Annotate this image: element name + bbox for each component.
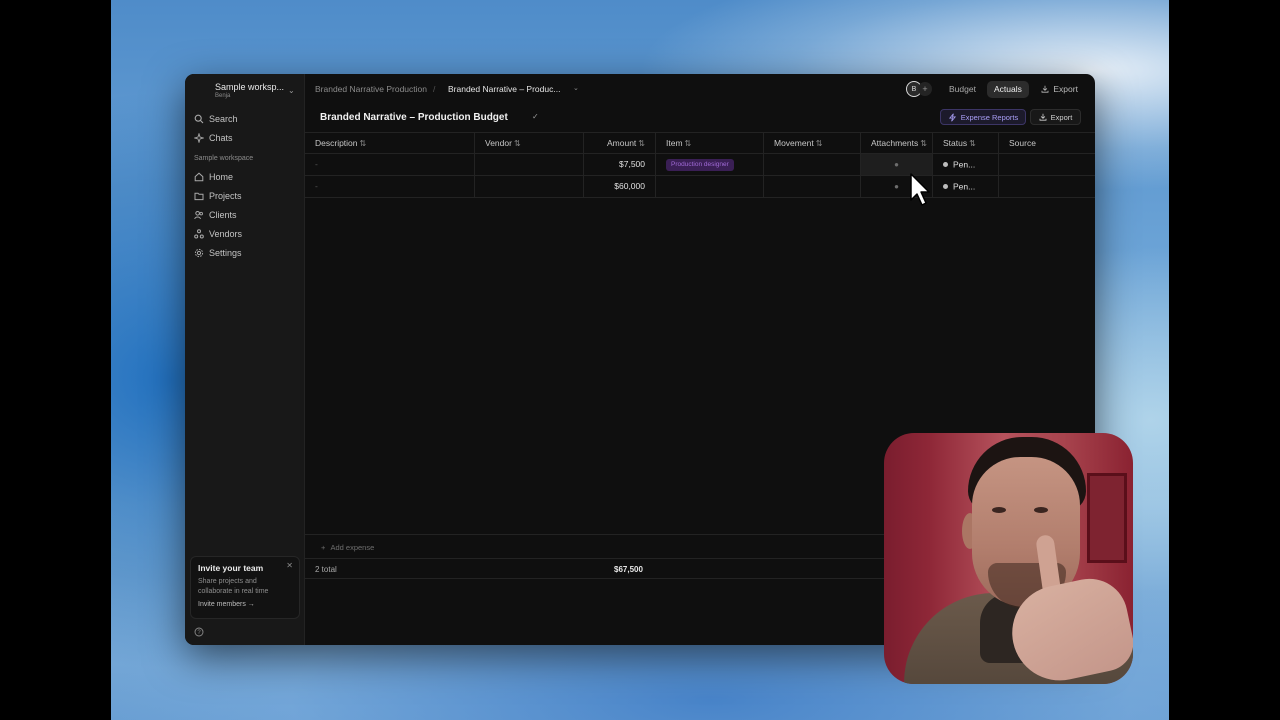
webcam-person-eye <box>1034 507 1048 513</box>
status-badge: Pen... <box>953 181 976 192</box>
sparkle-icon <box>194 133 204 143</box>
plus-icon: + <box>321 543 326 552</box>
folder-icon <box>194 191 204 201</box>
section-label: Sample workspace <box>194 155 254 162</box>
column-header-vendor[interactable]: Vendor ⇅ <box>475 133 584 154</box>
sidebar-item-label: Home <box>209 172 234 182</box>
cell-source[interactable] <box>999 176 1095 197</box>
check-icon[interactable]: ✓ <box>532 112 539 121</box>
cell-description[interactable]: - <box>305 176 475 197</box>
sidebar-item-label: Projects <box>209 191 242 201</box>
download-icon <box>1041 85 1049 93</box>
sidebar-item-clients[interactable]: Clients <box>194 207 237 223</box>
total-amount: $67,500 <box>614 565 643 574</box>
expense-reports-label: Expense Reports <box>960 112 1019 122</box>
status-badge: Pen... <box>953 159 976 170</box>
webcam-background-frame <box>1087 473 1127 563</box>
column-header-attachments[interactable]: Attachments ⇅ <box>861 133 933 154</box>
chevron-down-icon[interactable]: ⌄ <box>573 84 579 92</box>
invite-description: Share projects and collaborate in real t… <box>198 578 269 595</box>
table-row[interactable]: - $7,500 Production designer ● Pen... <box>305 154 1095 176</box>
breadcrumb-budget[interactable]: Branded Narrative – Produc... <box>448 84 560 94</box>
cell-amount[interactable]: $7,500 <box>584 154 656 175</box>
search-icon <box>194 114 204 124</box>
sidebar-item-label: Search <box>209 114 238 124</box>
cell-source[interactable] <box>999 154 1095 175</box>
workspace-name: Sample worksp... <box>215 82 285 92</box>
sidebar-item-home[interactable]: Home <box>194 169 233 185</box>
page-title: Branded Narrative – Production Budget <box>320 112 508 123</box>
chevron-down-icon[interactable]: ⌄ <box>288 86 295 95</box>
expense-reports-button[interactable]: Expense Reports <box>940 109 1026 125</box>
workspace-switcher[interactable]: Sample worksp... Benja <box>215 82 284 99</box>
sidebar-item-label: Settings <box>209 248 242 258</box>
webcam-overlay <box>884 433 1133 684</box>
cell-item[interactable]: Production designer <box>656 154 764 175</box>
breadcrumb-separator: / <box>433 84 436 94</box>
sidebar-item-search[interactable]: Search <box>194 111 238 127</box>
sidebar-item-vendors[interactable]: Vendors <box>194 226 242 242</box>
sidebar-item-projects[interactable]: Projects <box>194 188 242 204</box>
item-tag: Production designer <box>666 158 734 171</box>
table-export-button[interactable]: Export <box>1030 109 1081 125</box>
screen-bezel-right <box>1169 0 1280 720</box>
webcam-person-eye <box>992 507 1006 513</box>
cell-description[interactable]: - <box>305 154 475 175</box>
sidebar-item-label: Chats <box>209 133 233 143</box>
add-expense-label: Add expense <box>330 543 375 552</box>
invite-members-link[interactable]: Invite members → <box>198 601 292 608</box>
workspace-user: Benja <box>215 93 231 99</box>
status-dot-icon <box>943 184 948 190</box>
tab-actuals[interactable]: Actuals <box>987 81 1029 98</box>
sidebar: Sample worksp... Benja ⌄ Search Chats Sa… <box>185 74 305 645</box>
table-row[interactable]: - $60,000 ● Pen... <box>305 176 1095 198</box>
sidebar-item-label: Clients <box>209 210 237 220</box>
vendors-icon <box>194 229 204 239</box>
home-icon <box>194 172 204 182</box>
screen-bezel-left <box>0 0 111 720</box>
top-bar: Branded Narrative Production / Branded N… <box>305 74 1095 104</box>
add-expense-button[interactable]: + Add expense <box>321 543 374 552</box>
invite-title: Invite your team <box>198 563 264 573</box>
sidebar-item-chats[interactable]: Chats <box>194 130 233 146</box>
export-button[interactable]: Export <box>1041 84 1078 94</box>
status-dot-icon <box>943 162 948 168</box>
total-count: 2 total <box>315 565 337 574</box>
cell-vendor[interactable] <box>475 154 584 175</box>
sidebar-item-label: Vendors <box>209 229 243 239</box>
help-icon[interactable]: ? <box>194 627 204 637</box>
gear-icon <box>194 248 204 258</box>
cell-movement[interactable] <box>764 154 861 175</box>
cell-status[interactable]: Pen... <box>933 154 999 175</box>
export-label: Export <box>1053 84 1078 94</box>
column-header-source[interactable]: Source <box>999 133 1095 154</box>
table-header-row: Description ⇅ Vendor ⇅ Amount ⇅ Item ⇅ Movem… <box>305 132 1095 154</box>
cell-status[interactable]: Pen... <box>933 176 999 197</box>
download-icon <box>1039 113 1047 121</box>
column-header-status[interactable]: Status ⇅ <box>933 133 999 154</box>
users-icon <box>194 210 204 220</box>
cell-item[interactable] <box>656 176 764 197</box>
sidebar-item-settings[interactable]: Settings <box>194 245 242 261</box>
column-header-movement[interactable]: Movement ⇅ <box>764 133 861 154</box>
breadcrumb-project[interactable]: Branded Narrative Production <box>315 84 427 94</box>
column-header-item[interactable]: Item ⇅ <box>656 133 764 154</box>
tab-budget[interactable]: Budget <box>942 81 983 98</box>
lightning-icon <box>948 112 956 122</box>
close-icon[interactable]: ✕ <box>286 561 293 570</box>
invite-team-card: Invite your team Share projects and coll… <box>190 556 300 619</box>
column-header-description[interactable]: Description ⇅ <box>305 133 475 154</box>
cell-amount[interactable]: $60,000 <box>584 176 656 197</box>
mouse-pointer-icon <box>910 173 930 206</box>
cell-movement[interactable] <box>764 176 861 197</box>
add-member-icon[interactable]: + <box>918 82 932 96</box>
expenses-table: Description ⇅ Vendor ⇅ Amount ⇅ Item ⇅ Movem… <box>305 132 1095 198</box>
column-header-amount[interactable]: Amount ⇅ <box>584 133 656 154</box>
cell-vendor[interactable] <box>475 176 584 197</box>
export-label: Export <box>1050 112 1073 122</box>
